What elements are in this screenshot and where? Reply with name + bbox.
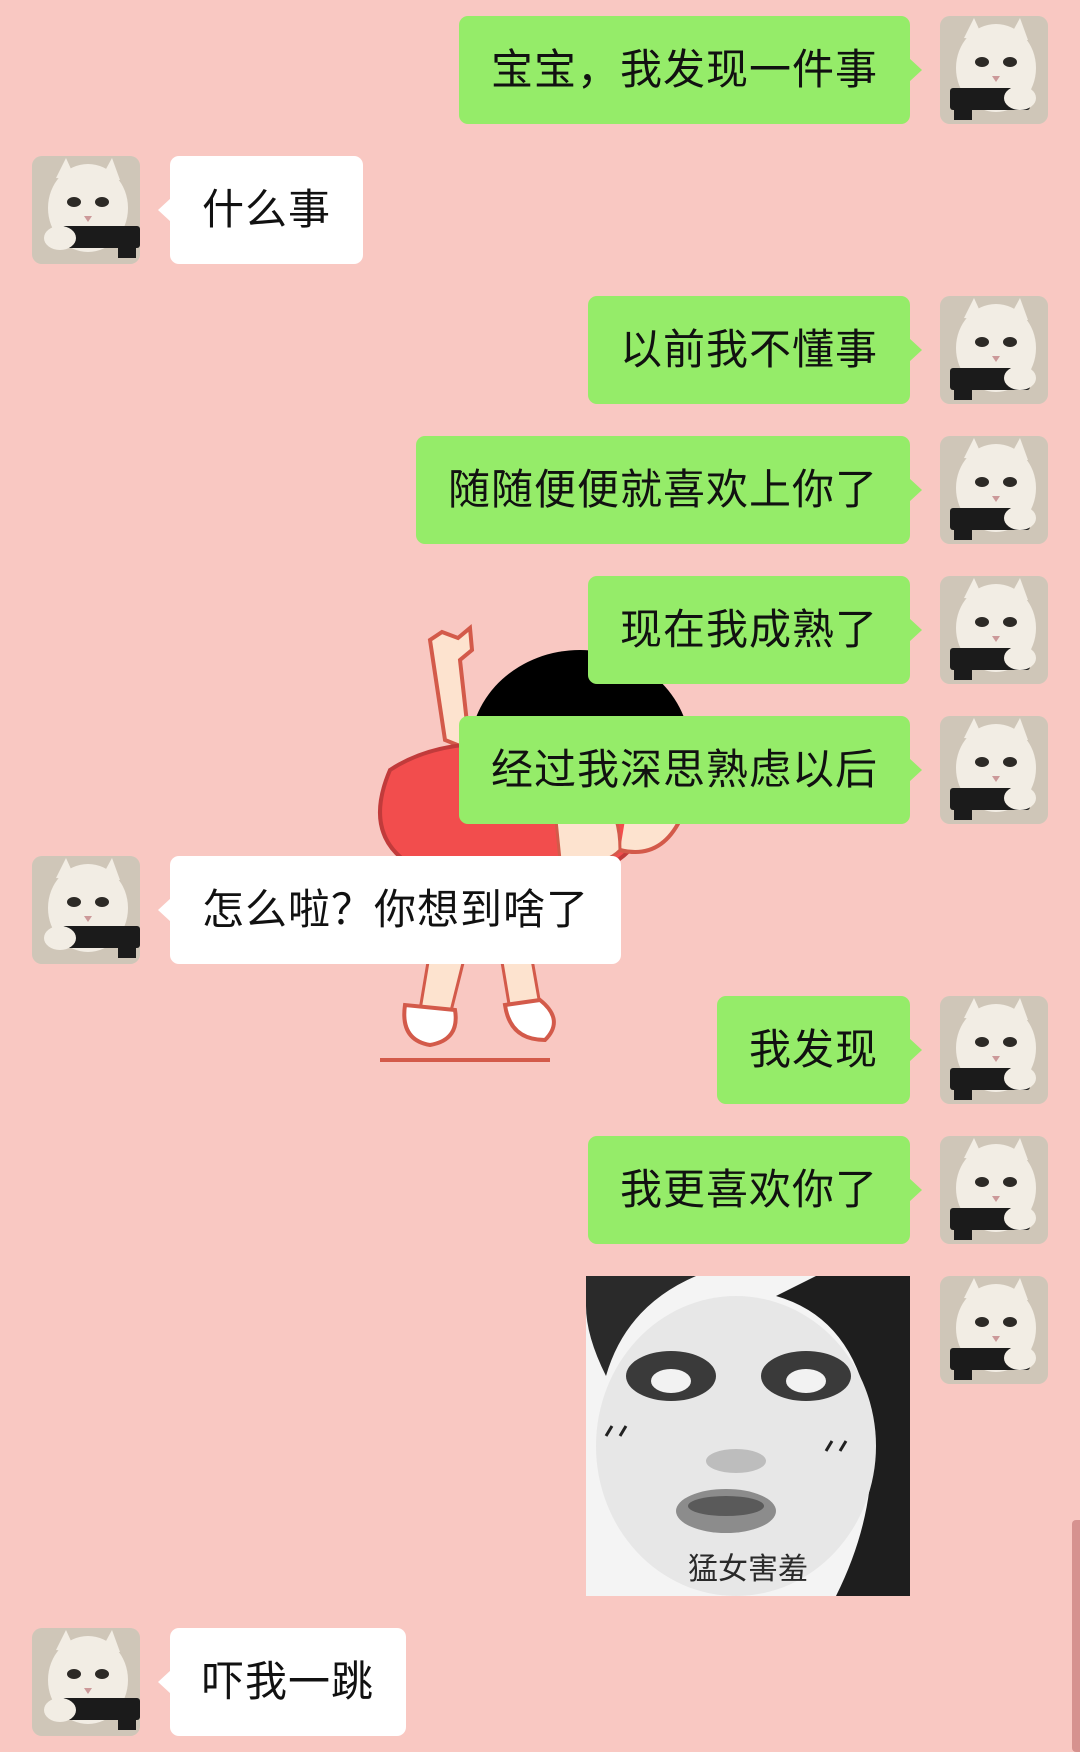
cat-avatar-icon [32,1628,140,1736]
cat-avatar-icon [940,716,1048,824]
self-avatar[interactable] [940,716,1048,824]
self-avatar[interactable] [940,436,1048,544]
cat-avatar-icon [940,16,1048,124]
outgoing-message-bubble[interactable]: 现在我成熟了 [587,576,923,684]
message-row: 我更喜欢你了 [0,1136,1080,1244]
self-avatar[interactable] [940,16,1048,124]
cat-avatar-icon [32,156,140,264]
cat-avatar-icon [32,856,140,964]
self-avatar[interactable] [940,1136,1048,1244]
self-avatar[interactable] [940,576,1048,684]
scrollbar[interactable] [1072,1520,1080,1752]
cat-avatar-icon [940,1276,1048,1384]
contact-avatar[interactable] [32,1628,140,1736]
message-row: 猛女害羞 [0,1276,1080,1596]
outgoing-message-bubble[interactable]: 以前我不懂事 [587,296,923,404]
cat-avatar-icon [940,436,1048,544]
self-avatar[interactable] [940,296,1048,404]
outgoing-message-bubble[interactable]: 经过我深思熟虑以后 [458,716,923,824]
message-row: 随随便便就喜欢上你了 [0,436,1080,544]
contact-avatar[interactable] [32,856,140,964]
outgoing-message-bubble[interactable]: 我更喜欢你了 [587,1136,923,1244]
message-row: 宝宝，我发现一件事 [0,16,1080,124]
contact-avatar[interactable] [32,156,140,264]
self-avatar[interactable] [940,1276,1048,1384]
self-avatar[interactable] [940,996,1048,1104]
message-row: 我发现 [0,996,1080,1104]
message-row: 现在我成熟了 [0,576,1080,684]
message-row: 经过我深思熟虑以后 [0,716,1080,824]
incoming-message-bubble[interactable]: 怎么啦？你想到啥了 [157,856,622,964]
message-row: 怎么啦？你想到啥了 [0,856,1080,964]
message-row: 以前我不懂事 [0,296,1080,404]
sticker-image[interactable]: 猛女害羞 [586,1276,910,1596]
cat-avatar-icon [940,1136,1048,1244]
chat-window: 宝宝，我发现一件事 什么事 以前我不懂事 随随便便就喜欢上你了 现在我成熟了 经… [0,0,1080,1752]
incoming-message-bubble[interactable]: 吓我一跳 [157,1628,407,1736]
message-row: 吓我一跳 [0,1628,1080,1736]
outgoing-message-bubble[interactable]: 宝宝，我发现一件事 [458,16,923,124]
incoming-message-bubble[interactable]: 什么事 [157,156,364,264]
outgoing-message-bubble[interactable]: 我发现 [716,996,923,1104]
message-row: 什么事 [0,156,1080,264]
sticker-caption: 猛女害羞 [688,1552,808,1587]
cat-avatar-icon [940,996,1048,1104]
outgoing-message-bubble[interactable]: 随随便便就喜欢上你了 [415,436,923,544]
cat-avatar-icon [940,576,1048,684]
cat-avatar-icon [940,296,1048,404]
